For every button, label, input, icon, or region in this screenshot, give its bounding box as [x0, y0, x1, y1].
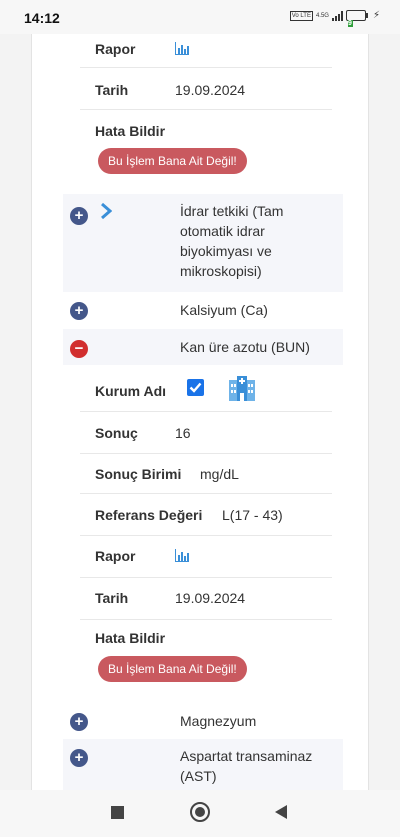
check-icon	[189, 382, 202, 393]
battery-icon: 9	[345, 10, 368, 27]
status-icons: Vo LTE 4.5G 9 ⚡	[289, 10, 380, 27]
test-row-kalsiyum[interactable]: Kalsiyum (Ca)	[63, 292, 343, 328]
collapse-icon[interactable]: −	[70, 340, 88, 358]
kurum-row: Kurum Adı	[80, 369, 332, 412]
network-type: 4.5G	[315, 12, 329, 19]
expand-icon[interactable]: +	[70, 302, 88, 320]
kurum-label: Kurum Adı	[95, 383, 167, 399]
battery-level: 9	[347, 20, 353, 27]
hata-bildir-label: Hata Bildir	[95, 123, 166, 139]
status-bar: 14:12 Vo LTE 4.5G 9 ⚡	[0, 0, 400, 34]
signal-icon	[331, 10, 343, 21]
sonuc-birimi-value: mg/dL	[200, 466, 239, 482]
report-error-button[interactable]: Bu İşlem Bana Ait Değil!	[98, 148, 247, 174]
test-row-bun[interactable]: Kan üre azotu (BUN)	[63, 329, 343, 365]
rapor-row: Rapor	[80, 34, 332, 68]
rapor-label: Rapor	[95, 548, 136, 564]
tarih-value: 19.09.2024	[175, 590, 246, 606]
test-name-kalsiyum: Kalsiyum (Ca)	[180, 302, 268, 318]
hata-bildir-label: Hata Bildir	[95, 630, 166, 646]
tarih-label: Tarih	[95, 82, 129, 98]
report-error-button[interactable]: Bu İşlem Bana Ait Değil!	[98, 656, 247, 682]
tarih-value: 19.09.2024	[175, 82, 246, 98]
sonuc-label: Sonuç	[95, 425, 138, 441]
expand-icon[interactable]: +	[70, 207, 88, 225]
page-content: Rapor Tarih 19.09.2024 Hata Bildir Bu İş…	[0, 34, 400, 790]
test-row-ast[interactable]: Aspartat transaminaz (AST)	[63, 739, 343, 790]
rapor-row: Rapor	[80, 536, 332, 578]
status-time: 14:12	[24, 10, 60, 26]
sonuc-value: 16	[175, 425, 191, 441]
bar-chart-icon[interactable]	[175, 42, 189, 55]
test-name-bun: Kan üre azotu (BUN)	[180, 339, 310, 355]
tarih-label: Tarih	[95, 590, 129, 606]
bar-chart-icon[interactable]	[175, 549, 189, 562]
circle-icon[interactable]	[190, 802, 210, 822]
triangle-back-icon[interactable]	[275, 805, 287, 819]
sonuc-birimi-label: Sonuç Birimi	[95, 466, 182, 482]
hospital-icon[interactable]	[228, 374, 256, 402]
test-name-idrar: İdrar tetkiki (Tam otomatik idrar biyoki…	[180, 203, 284, 279]
test-name-magnezyum: Magnezyum	[180, 713, 257, 729]
chevron-right-icon[interactable]	[100, 202, 112, 220]
test-name-ast: Aspartat transaminaz (AST)	[180, 748, 313, 784]
square-icon[interactable]	[111, 806, 124, 819]
test-row-magnezyum[interactable]: Magnezyum	[63, 704, 343, 738]
referans-row: Referans Değeri L(17 - 43)	[80, 494, 332, 536]
expand-icon[interactable]: +	[70, 749, 88, 767]
volte-icon: Vo LTE	[289, 10, 313, 21]
rapor-label: Rapor	[95, 41, 136, 57]
sonuc-birimi-row: Sonuç Birimi mg/dL	[80, 454, 332, 494]
sonuc-row: Sonuç 16	[80, 412, 332, 454]
referans-value: L(17 - 43)	[222, 507, 283, 523]
navigation-bar	[0, 790, 400, 837]
tarih-row: Tarih 19.09.2024	[80, 578, 332, 620]
referans-label: Referans Değeri	[95, 507, 203, 523]
tarih-row: Tarih 19.09.2024	[80, 68, 332, 110]
expand-icon[interactable]: +	[70, 713, 88, 731]
charging-icon: ⚡	[372, 10, 380, 21]
kurum-checkbox[interactable]	[187, 379, 204, 396]
